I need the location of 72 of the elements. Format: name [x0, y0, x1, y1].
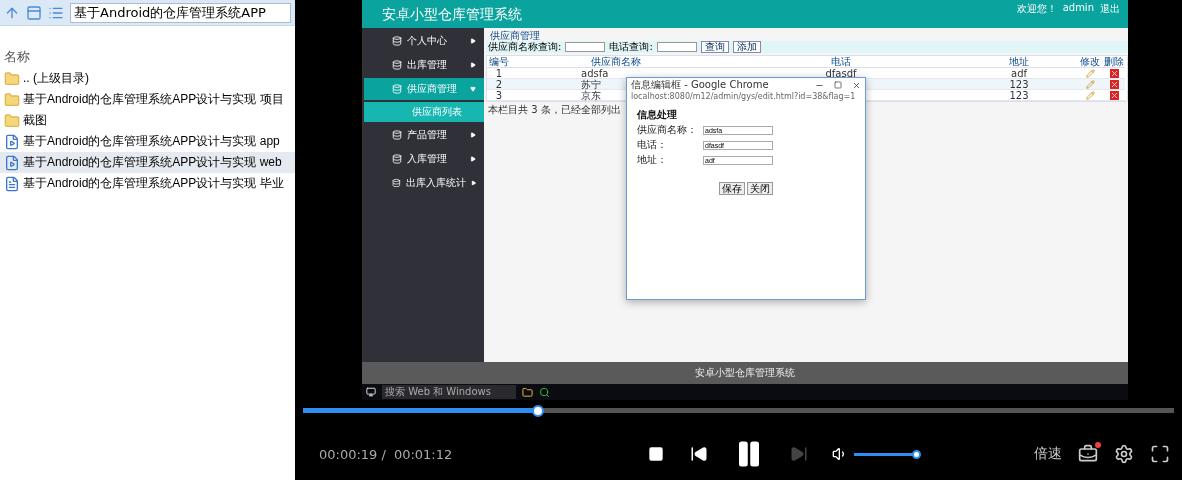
sidebar-item[interactable]: 入库管理: [364, 148, 484, 170]
app-title: 安卓小型仓库管理系统: [382, 6, 522, 22]
welcome-text: 欢迎您！: [1016, 2, 1057, 16]
stack-icon: [392, 130, 402, 140]
delete-icon[interactable]: [1109, 79, 1119, 89]
settings-icon[interactable]: [1114, 444, 1134, 464]
address-bar[interactable]: 基于Android的仓库管理系统APP: [70, 2, 291, 23]
maximize-icon[interactable]: [834, 80, 842, 89]
user-name: admin: [1062, 2, 1094, 15]
dialog-button[interactable]: 保存: [719, 182, 745, 195]
name-column-header[interactable]: 名称: [0, 26, 295, 68]
caret-icon: [470, 38, 476, 44]
document-icon: [4, 175, 20, 192]
table-cell: 3: [487, 90, 511, 101]
stack-icon: [392, 154, 402, 164]
toolbox-icon[interactable]: [1078, 444, 1098, 464]
search-icon[interactable]: [539, 386, 550, 398]
sidebar-item[interactable]: 出库管理: [364, 54, 484, 76]
sidebar-item[interactable]: 产品管理: [364, 124, 484, 146]
caret-icon: [470, 132, 476, 138]
stack-icon: [392, 84, 402, 94]
folder-icon[interactable]: [522, 386, 533, 398]
folder-icon: [4, 112, 20, 129]
table-cell: 123: [961, 79, 1077, 90]
search-field[interactable]: [565, 42, 606, 52]
taskbar-search[interactable]: 搜索 Web 和 Windows: [382, 385, 516, 399]
breadcrumb: 供应商管理: [489, 30, 540, 41]
field-label: 供应商名称：: [637, 123, 698, 137]
caret-icon: [470, 86, 476, 92]
caret-icon: [470, 156, 476, 162]
fullscreen-icon[interactable]: [1150, 444, 1170, 464]
video-file-icon: [4, 154, 20, 171]
video-file-icon: [4, 133, 20, 150]
search-bar-button[interactable]: 添加: [732, 41, 761, 53]
total-time: 00:01:12: [393, 446, 453, 462]
field-label: 地址：: [637, 153, 668, 167]
app-footer: 安卓小型仓库管理系统: [362, 362, 1128, 384]
stack-icon: [392, 36, 402, 46]
search-field[interactable]: [656, 42, 697, 52]
volume-handle[interactable]: [911, 449, 921, 459]
delete-icon[interactable]: [1109, 90, 1119, 100]
folder-icon: [4, 91, 20, 108]
start-icon[interactable]: [366, 387, 376, 397]
search-bar-button[interactable]: 查询: [700, 41, 729, 53]
sidebar-item[interactable]: 个人中心: [364, 30, 484, 52]
stack-icon: [392, 178, 401, 188]
folder-icon: [4, 70, 20, 87]
delete-icon[interactable]: [1109, 68, 1119, 78]
stack-icon: [392, 60, 402, 70]
file-item[interactable]: .. (上级目录): [0, 68, 295, 89]
file-item[interactable]: 基于Android的仓库管理系统APP设计与实现 web: [0, 152, 295, 173]
status-text: 本栏目共 3 条，已经全部列出: [487, 103, 622, 117]
table-cell: adf: [961, 68, 1077, 79]
file-item[interactable]: 基于Android的仓库管理系统APP设计与实现 app: [0, 131, 295, 152]
file-item[interactable]: 基于Android的仓库管理系统APP设计与实现 项目: [0, 89, 295, 110]
elapsed-time: 00:00:19 /: [319, 446, 386, 462]
caret-icon: [470, 62, 476, 68]
file-item[interactable]: 截图: [0, 110, 295, 131]
file-item[interactable]: 基于Android的仓库管理系统APP设计与实现 毕业: [0, 173, 295, 194]
table-cell: 123: [961, 90, 1077, 101]
field-label: 电话：: [637, 138, 668, 152]
panel-icon[interactable]: [26, 4, 42, 21]
close-icon[interactable]: [852, 80, 861, 90]
search-label: 供应商名称查询:: [488, 40, 562, 54]
speed-button[interactable]: 倍速: [1034, 445, 1062, 463]
dialog-button[interactable]: 关闭: [747, 182, 773, 195]
sidebar-item[interactable]: 出库入库统计: [364, 172, 484, 194]
progress-handle[interactable]: [532, 404, 545, 417]
form-heading: 信息处理: [637, 108, 678, 122]
caret-icon: [470, 180, 476, 186]
search-label: 电话查询:: [609, 40, 653, 54]
table-cell: 1: [487, 68, 511, 79]
